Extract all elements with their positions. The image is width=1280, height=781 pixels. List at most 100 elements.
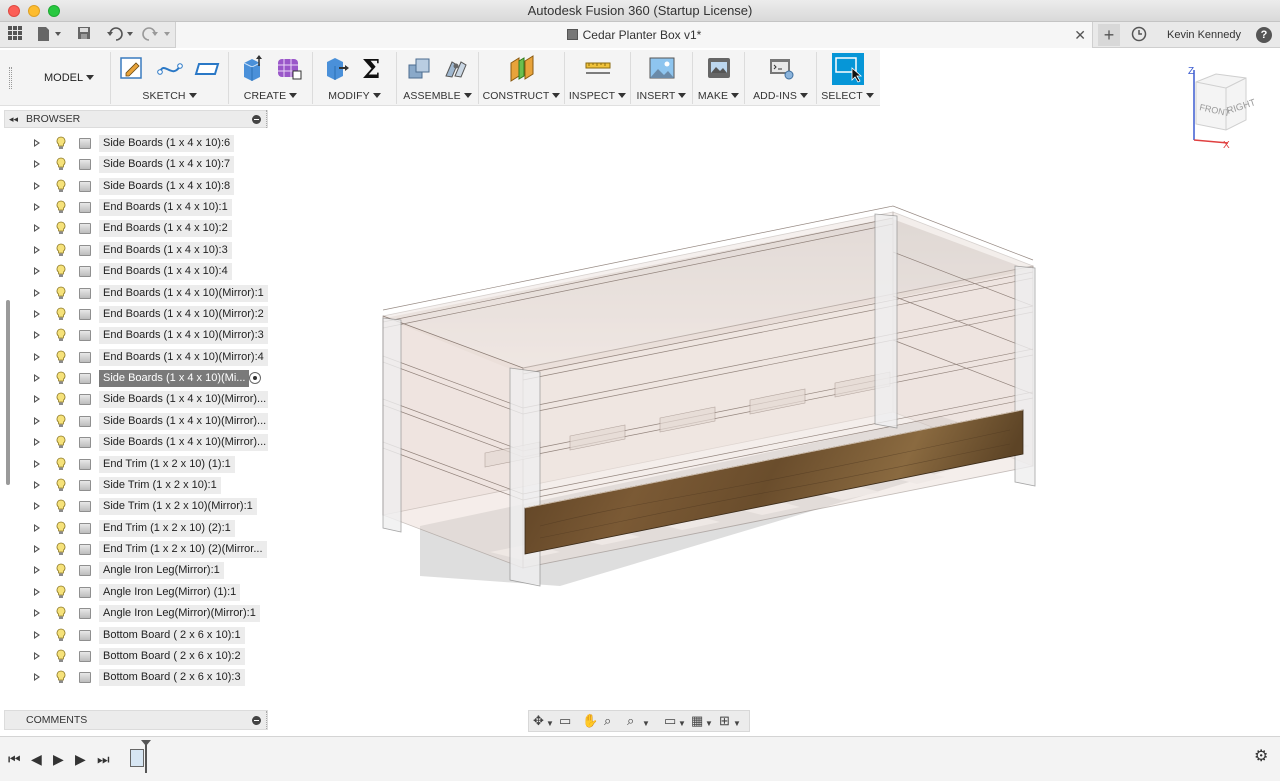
- expand-triangle-icon[interactable]: [34, 203, 40, 212]
- visibility-bulb-icon[interactable]: [56, 499, 66, 513]
- rectangle-icon[interactable]: [193, 54, 221, 82]
- visibility-bulb-icon[interactable]: [56, 200, 66, 214]
- compute-all-icon[interactable]: Σ: [359, 54, 387, 85]
- visibility-bulb-icon[interactable]: [56, 264, 66, 278]
- browser-item[interactable]: Side Boards (1 x 4 x 10)(Mirror)...: [4, 389, 268, 410]
- visibility-bulb-icon[interactable]: [56, 221, 66, 235]
- assemble-group[interactable]: ASSEMBLE: [396, 52, 478, 104]
- browser-item[interactable]: End Trim (1 x 2 x 10) (1):1: [4, 454, 268, 475]
- add-ins-group[interactable]: ADD-INS: [744, 52, 816, 104]
- chevron-down-icon[interactable]: ▼: [546, 716, 554, 732]
- expand-triangle-icon[interactable]: [34, 181, 40, 190]
- user-account-button[interactable]: Kevin Kennedy: [1167, 22, 1241, 48]
- close-window-button[interactable]: [8, 5, 20, 17]
- minimize-window-button[interactable]: [28, 5, 40, 17]
- undo-icon[interactable]: [106, 26, 136, 44]
- arc-icon[interactable]: [156, 54, 184, 82]
- press-pull-icon[interactable]: [322, 54, 350, 82]
- insert-image-icon[interactable]: [648, 54, 676, 82]
- insert-group[interactable]: INSERT: [630, 52, 692, 104]
- expand-triangle-icon[interactable]: [34, 160, 40, 169]
- offset-plane-icon[interactable]: [508, 54, 536, 82]
- visibility-bulb-icon[interactable]: [56, 307, 66, 321]
- browser-item[interactable]: Side Boards (1 x 4 x 10):8: [4, 176, 268, 197]
- expand-triangle-icon[interactable]: [34, 630, 40, 639]
- browser-item-label[interactable]: Side Boards (1 x 4 x 10)(Mirror)...: [99, 391, 268, 409]
- browser-item-label[interactable]: End Boards (1 x 4 x 10)(Mirror):3: [99, 327, 268, 345]
- expand-triangle-icon[interactable]: [34, 139, 40, 147]
- browser-item-label[interactable]: Angle Iron Leg(Mirror) (1):1: [99, 583, 241, 601]
- browser-item[interactable]: Side Boards (1 x 4 x 10)(Mirror)...: [4, 432, 268, 453]
- grid-icon[interactable]: ▦: [691, 713, 703, 729]
- browser-item-label[interactable]: End Boards (1 x 4 x 10):4: [99, 263, 232, 281]
- fit-icon[interactable]: ⌕: [627, 713, 634, 729]
- browser-item[interactable]: End Boards (1 x 4 x 10)(Mirror):2: [4, 304, 268, 325]
- visibility-bulb-icon[interactable]: [56, 350, 66, 364]
- new-tab-button[interactable]: +: [1098, 24, 1120, 46]
- expand-triangle-icon[interactable]: [34, 245, 40, 254]
- visibility-bulb-icon[interactable]: [56, 563, 66, 577]
- browser-item-label[interactable]: Side Boards (1 x 4 x 10)(Mirror)...: [99, 434, 268, 452]
- comments-panel[interactable]: COMMENTS: [4, 710, 268, 730]
- browser-item[interactable]: End Trim (1 x 2 x 10) (2):1: [4, 518, 268, 539]
- browser-item[interactable]: End Boards (1 x 4 x 10):3: [4, 240, 268, 261]
- expand-triangle-icon[interactable]: [34, 438, 40, 447]
- toolbar-grip[interactable]: [9, 67, 12, 89]
- planter-box-model[interactable]: [270, 106, 1280, 736]
- browser-item[interactable]: Angle Iron Leg(Mirror):1: [4, 560, 268, 581]
- browser-item-label[interactable]: Bottom Board ( 2 x 6 x 10):3: [99, 669, 245, 687]
- browser-item-label[interactable]: End Boards (1 x 4 x 10):1: [99, 199, 232, 217]
- create-group[interactable]: CREATE: [228, 52, 312, 104]
- browser-item-label[interactable]: Side Boards (1 x 4 x 10):8: [99, 177, 235, 195]
- browser-item-label[interactable]: End Trim (1 x 2 x 10) (1):1: [99, 455, 235, 473]
- select-group[interactable]: SELECT: [816, 52, 878, 104]
- expand-triangle-icon[interactable]: [34, 288, 40, 297]
- browser-item-label[interactable]: Side Boards (1 x 4 x 10)(Mi...: [99, 370, 250, 388]
- visibility-bulb-icon[interactable]: [56, 371, 66, 385]
- browser-item[interactable]: Angle Iron Leg(Mirror) (1):1: [4, 582, 268, 603]
- visibility-bulb-icon[interactable]: [56, 435, 66, 449]
- visibility-bulb-icon[interactable]: [56, 179, 66, 193]
- pan-icon[interactable]: ✋: [582, 713, 598, 729]
- expand-triangle-icon[interactable]: [34, 566, 40, 575]
- timeline-feature-icon[interactable]: [130, 749, 144, 767]
- browser-item-label[interactable]: Side Trim (1 x 2 x 10)(Mirror):1: [99, 498, 257, 516]
- step-back-icon[interactable]: ◀: [31, 751, 42, 767]
- create-sketch-icon[interactable]: [118, 54, 146, 82]
- visibility-bulb-icon[interactable]: [56, 585, 66, 599]
- help-button[interactable]: ?: [1256, 27, 1272, 43]
- expand-triangle-icon[interactable]: [34, 267, 40, 276]
- zoom-window-button[interactable]: [48, 5, 60, 17]
- 3d-print-icon[interactable]: [705, 54, 733, 82]
- browser-scrollbar[interactable]: [6, 300, 10, 485]
- visibility-bulb-icon[interactable]: [56, 136, 66, 150]
- browser-item-label[interactable]: Bottom Board ( 2 x 6 x 10):1: [99, 626, 245, 644]
- scripts-icon[interactable]: [767, 54, 795, 82]
- expand-triangle-icon[interactable]: [34, 480, 40, 489]
- visibility-bulb-icon[interactable]: [56, 457, 66, 471]
- canvas-viewport[interactable]: [270, 106, 1280, 736]
- browser-resize-handle[interactable]: [266, 110, 269, 128]
- browser-item[interactable]: Bottom Board ( 2 x 6 x 10):2: [4, 646, 268, 667]
- expand-triangle-icon[interactable]: [34, 331, 40, 340]
- activate-component-radio[interactable]: [249, 372, 261, 385]
- expand-triangle-icon[interactable]: [34, 309, 40, 318]
- go-to-start-icon[interactable]: ⏮: [8, 751, 21, 767]
- job-status-icon[interactable]: [1131, 26, 1147, 44]
- chevron-down-icon[interactable]: ▼: [733, 716, 741, 732]
- browser-item[interactable]: End Boards (1 x 4 x 10)(Mirror):1: [4, 283, 268, 304]
- visibility-bulb-icon[interactable]: [56, 414, 66, 428]
- expand-triangle-icon[interactable]: [34, 587, 40, 596]
- step-forward-icon[interactable]: ▶: [75, 751, 86, 767]
- browser-item[interactable]: End Boards (1 x 4 x 10):2: [4, 218, 268, 239]
- comments-expand-button[interactable]: [252, 716, 261, 725]
- visibility-bulb-icon[interactable]: [56, 392, 66, 406]
- browser-item-label[interactable]: End Boards (1 x 4 x 10)(Mirror):4: [99, 348, 268, 366]
- timeline-marker-handle[interactable]: [141, 740, 151, 746]
- browser-pin-button[interactable]: [252, 115, 261, 124]
- close-tab-button[interactable]: ✕: [1074, 22, 1086, 48]
- timeline-marker[interactable]: [145, 743, 147, 773]
- browser-item-label[interactable]: End Boards (1 x 4 x 10):2: [99, 220, 232, 238]
- expand-triangle-icon[interactable]: [34, 459, 40, 468]
- visibility-bulb-icon[interactable]: [56, 157, 66, 171]
